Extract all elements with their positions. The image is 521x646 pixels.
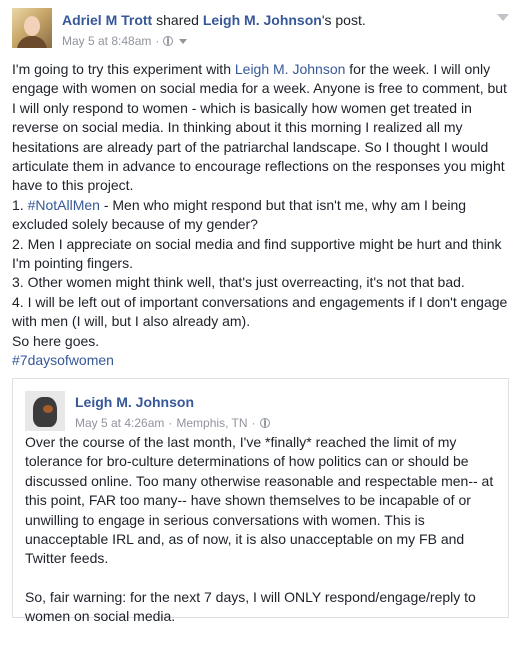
avatar[interactable] bbox=[12, 8, 52, 48]
post-text: 1. bbox=[12, 196, 28, 213]
post-text: 4. I will be left out of important conve… bbox=[12, 293, 508, 330]
shared-suffix: 's post. bbox=[321, 12, 366, 28]
post-body-line: 1. #NotAllMen - Men who might respond bu… bbox=[12, 196, 509, 235]
shared-post-text: Over the course of the last month, I've … bbox=[25, 433, 495, 646]
post-text: I'm going to try this experiment with bbox=[12, 61, 235, 77]
post-text: So here goes. bbox=[12, 332, 100, 349]
shared-paragraph: So, fair warning: for the next 7 days, I… bbox=[25, 588, 476, 625]
post-body-line: I'm going to try this experiment with Le… bbox=[12, 60, 509, 196]
post-body-line: 4. I will be left out of important conve… bbox=[12, 293, 509, 332]
post-meta: May 5 at 8:48am · bbox=[62, 34, 188, 48]
hashtag-link[interactable]: #7daysofwomen bbox=[12, 352, 114, 368]
shared-from-link[interactable]: Leigh M. Johnson bbox=[203, 12, 322, 28]
post-body-line: 3. Other women might think well, that's … bbox=[12, 273, 509, 292]
meta-separator: · bbox=[168, 416, 173, 430]
shared-post-header: Leigh M. Johnson May 5 at 4:26am · Memph… bbox=[25, 391, 496, 431]
post-body-line: 2. Men I appreciate on social media and … bbox=[12, 235, 509, 274]
meta-separator: · bbox=[155, 34, 160, 48]
shared-action-text: shared bbox=[156, 12, 199, 28]
post-body-line: #7daysofwomen bbox=[12, 351, 509, 370]
post-text: 3. Other women might think well, that's … bbox=[12, 274, 465, 291]
hashtag-link[interactable]: #NotAllMen bbox=[28, 197, 100, 213]
post-header: Adriel M Trott shared Leigh M. Johnson's… bbox=[12, 8, 509, 48]
post-options-chevron-icon[interactable] bbox=[497, 14, 509, 21]
author-name-link[interactable]: Adriel M Trott bbox=[62, 12, 152, 28]
post-timestamp[interactable]: May 5 at 8:48am bbox=[62, 34, 151, 48]
post-text: 2. Men I appreciate on social media and … bbox=[12, 235, 502, 272]
avatar[interactable] bbox=[25, 391, 65, 431]
post-text: for the week. I will only engage with wo… bbox=[12, 61, 507, 194]
shared-author-link[interactable]: Leigh M. Johnson bbox=[75, 394, 194, 410]
mention-link[interactable]: Leigh M. Johnson bbox=[235, 61, 346, 77]
shared-post-card[interactable]: Leigh M. Johnson May 5 at 4:26am · Memph… bbox=[12, 378, 509, 624]
globe-icon bbox=[163, 36, 174, 46]
meta-separator: · bbox=[251, 416, 256, 430]
shared-post-meta: May 5 at 4:26am · Memphis, TN · bbox=[75, 416, 270, 430]
chevron-down-icon[interactable] bbox=[179, 38, 188, 44]
location-link[interactable]: Memphis, TN bbox=[176, 416, 247, 430]
shared-paragraph: Over the course of the last month, I've … bbox=[25, 434, 494, 567]
post-body-line: So here goes. bbox=[12, 332, 509, 351]
globe-icon bbox=[259, 418, 270, 428]
post-body: I'm going to try this experiment with Le… bbox=[12, 60, 509, 371]
post-header-line: Adriel M Trott shared Leigh M. Johnson's… bbox=[62, 12, 366, 28]
shared-timestamp[interactable]: May 5 at 4:26am bbox=[75, 416, 164, 430]
